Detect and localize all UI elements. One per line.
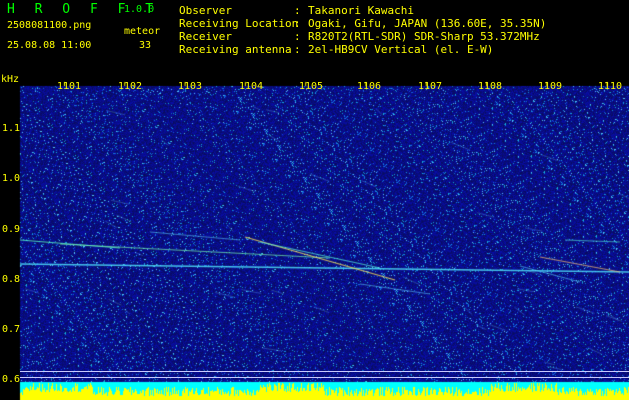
app-version: 1.0.0 — [124, 4, 155, 15]
x-tick-label: 1108 — [478, 81, 503, 92]
info-value: Takanori Kawachi — [308, 4, 414, 17]
reference-line — [20, 371, 629, 372]
info-separator: : — [294, 43, 301, 56]
info-value: 2el-HB9CV Vertical (el. E-W) — [308, 43, 494, 56]
info-row-location: Receiving Location : Ogaki, Gifu, JAPAN … — [179, 17, 546, 30]
y-tick-label: 0.6 — [2, 374, 21, 385]
info-separator: : — [294, 17, 301, 30]
info-label: Receiver — [179, 30, 232, 43]
info-separator: : — [294, 30, 301, 43]
x-tick-label: 1110 — [598, 81, 623, 92]
reference-line — [20, 377, 629, 378]
info-label: Receiving Location — [179, 17, 299, 30]
info-row-receiver: Receiver : R820T2(RTL-SDR) SDR-Sharp 53.… — [179, 30, 546, 43]
x-tick-label: 1104 — [239, 81, 264, 92]
spectrogram-panel: kHz 1101 1102 1103 1104 1105 1106 1107 1… — [0, 72, 629, 400]
y-tick-label: 0.9 — [2, 224, 21, 235]
info-row-observer: Observer : Takanori Kawachi — [179, 4, 546, 17]
info-separator: : — [294, 4, 301, 17]
unit-label: kHz — [1, 74, 20, 85]
x-tick-label: 1105 — [299, 81, 324, 92]
info-label: Receiving antenna — [179, 43, 292, 56]
y-tick-label: 0.8 — [2, 274, 21, 285]
station-info: Observer : Takanori Kawachi Receiving Lo… — [179, 4, 546, 56]
x-tick-label: 1101 — [57, 81, 82, 92]
x-tick-label: 1107 — [418, 81, 443, 92]
info-label: Observer — [179, 4, 232, 17]
spectrogram-canvas — [0, 72, 629, 400]
x-tick-label: 1106 — [357, 81, 382, 92]
header-panel: H R O F F T 1.0.0 2508081100.png 25.08.0… — [0, 0, 629, 72]
info-row-antenna: Receiving antenna : 2el-HB9CV Vertical (… — [179, 43, 546, 56]
file-name: 2508081100.png — [7, 20, 92, 31]
date-time: 25.08.08 11:00 — [7, 40, 92, 51]
x-tick-label: 1102 — [118, 81, 143, 92]
count-value: 33 — [139, 40, 152, 51]
count-label: meteor — [124, 26, 161, 37]
x-tick-label: 1109 — [538, 81, 563, 92]
y-tick-label: 1.1 — [2, 123, 21, 134]
x-tick-label: 1103 — [178, 81, 203, 92]
info-value: Ogaki, Gifu, JAPAN (136.60E, 35.35N) — [308, 17, 547, 30]
y-tick-label: 1.0 — [2, 173, 21, 184]
y-tick-label: 0.7 — [2, 324, 21, 335]
info-value: R820T2(RTL-SDR) SDR-Sharp 53.372MHz — [308, 30, 540, 43]
